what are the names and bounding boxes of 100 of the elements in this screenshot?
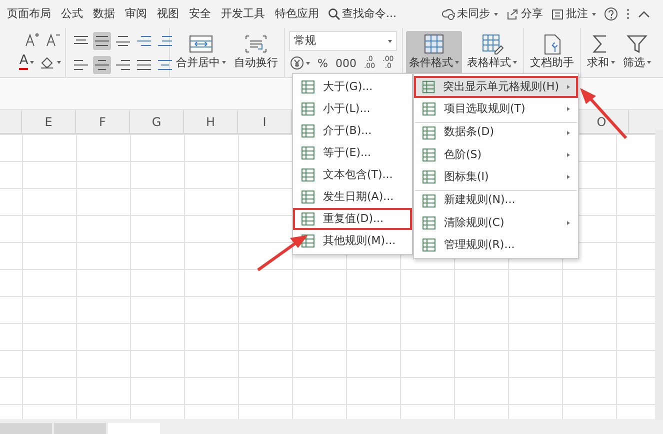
table-icon [301, 212, 315, 226]
table-icon [301, 102, 315, 116]
action-label: 未同步 [457, 6, 490, 22]
table-icon [301, 190, 315, 204]
table-icon [422, 194, 436, 208]
grow-button[interactable] [23, 31, 42, 49]
menu-item[interactable]: 等于(E)... [293, 142, 412, 164]
caret-icon [494, 12, 498, 16]
align-top-icon [74, 36, 88, 46]
wrap-button[interactable]: 自动换行 [231, 31, 281, 77]
submenu-arrow-icon [567, 175, 570, 179]
submenu-arrow-icon [567, 107, 570, 111]
menu-item[interactable]: 管理规则(R)... [414, 234, 578, 256]
menu-tab[interactable]: 视图 [152, 6, 184, 22]
menu-item[interactable]: 清除规则(C) [414, 212, 578, 234]
comment-button[interactable]: 批注 [547, 6, 600, 22]
column-header[interactable]: G [130, 110, 184, 133]
table-icon [422, 148, 436, 162]
align-center-icon [95, 60, 109, 70]
comment-icon [551, 8, 564, 20]
table-icon [301, 146, 315, 160]
align-center-button[interactable] [93, 56, 111, 74]
table-icon [301, 80, 315, 94]
table-icon [422, 238, 436, 252]
menu-item[interactable]: 色阶(S) [414, 144, 578, 166]
menu-item[interactable]: 图标集(I) [414, 166, 578, 188]
filter-icon [625, 33, 649, 55]
menu-tab[interactable]: 公式 [56, 6, 88, 22]
menu-item[interactable]: 重复值(D)... [293, 208, 412, 230]
menu-item[interactable]: 大于(G)... [293, 76, 412, 98]
caret-icon [592, 12, 596, 16]
annotation-arrow [257, 235, 308, 272]
number-format-button[interactable]: 000 [334, 56, 358, 70]
menu-tab[interactable]: 审阅 [120, 6, 152, 22]
submenu-arrow-icon [567, 153, 570, 157]
more-icon [626, 8, 630, 20]
align-right-icon [116, 60, 130, 70]
assistant-button[interactable]: 文档助手 [527, 31, 577, 77]
filter-button[interactable]: 筛选 [620, 31, 654, 77]
menu-tab[interactable]: 特色应用 [270, 6, 324, 22]
caret-icon [513, 61, 517, 64]
column-header[interactable]: F [76, 110, 130, 133]
cloud-icon [442, 8, 455, 20]
menu-item[interactable]: 小于(L)... [293, 98, 412, 120]
merge-button[interactable]: 合并居中 [173, 31, 229, 77]
action-label: 批注 [566, 6, 588, 22]
scrollbar[interactable] [655, 130, 663, 420]
align-indent-icon [158, 36, 172, 46]
number-format-button[interactable]: % [316, 56, 329, 70]
table-icon [422, 170, 436, 184]
menu-item[interactable]: 数据条(D) [414, 122, 578, 144]
menu-tab[interactable]: 数据 [88, 6, 120, 22]
align-middle-icon [95, 36, 109, 46]
menu-item[interactable]: 文本包含(T)... [293, 164, 412, 186]
annotation-arrow [580, 88, 628, 139]
table-icon [422, 102, 436, 116]
menu-tab[interactable]: 页面布局 [2, 6, 56, 22]
align-justify-icon [137, 60, 151, 70]
table-icon [301, 168, 315, 182]
caret-icon [455, 61, 459, 64]
menu-tab[interactable]: 安全 [184, 6, 216, 22]
caret-icon [222, 61, 226, 64]
align-middle-button[interactable] [93, 32, 111, 50]
table-icon [422, 216, 436, 230]
share-button[interactable]: 分享 [502, 6, 547, 22]
menu-item[interactable]: 项目选取规则(T) [414, 98, 578, 120]
font-shrink-icon [45, 32, 61, 48]
table-pencil-icon [480, 33, 504, 55]
menu-item[interactable]: 介于(B)... [293, 120, 412, 142]
submenu-arrow-icon [567, 85, 570, 89]
chevron-up-icon [638, 10, 650, 18]
search-field[interactable]: 查找命令... [342, 6, 404, 22]
caret-icon [611, 61, 615, 64]
submenu-arrow-icon [567, 130, 570, 134]
table-icon [422, 126, 436, 140]
menu-tab[interactable]: 开发工具 [216, 6, 270, 22]
sync-button[interactable]: 未同步 [438, 6, 502, 22]
table-icon [422, 80, 436, 94]
align-left-icon [74, 60, 88, 70]
menu-item[interactable]: 新建规则(N)... [414, 190, 578, 212]
font-grow-icon [24, 32, 40, 48]
number-format-select[interactable]: 常规 [289, 31, 397, 51]
menu-item[interactable]: 突出显示单元格规则(H) [414, 76, 578, 98]
shrink-button[interactable] [44, 31, 62, 49]
menu-item[interactable]: 其他规则(M)... [293, 230, 412, 252]
sum-button[interactable]: 求和 [584, 31, 618, 77]
search-icon [328, 8, 340, 20]
font-color-button[interactable]: A [18, 53, 36, 71]
action-label: 分享 [521, 6, 543, 22]
submenu-arrow-icon [567, 221, 570, 225]
column-header[interactable]: H [184, 110, 238, 133]
table-grid-icon [422, 33, 446, 55]
align-distribute-icon [158, 60, 172, 70]
align-outdent-icon [137, 36, 151, 46]
currency-icon [290, 56, 304, 70]
currency-button[interactable] [289, 55, 311, 71]
menu-item[interactable]: 发生日期(A)... [293, 186, 412, 208]
column-header[interactable]: E [22, 110, 76, 133]
merge-cells-icon [188, 33, 214, 55]
align-bottom-icon [116, 36, 130, 46]
